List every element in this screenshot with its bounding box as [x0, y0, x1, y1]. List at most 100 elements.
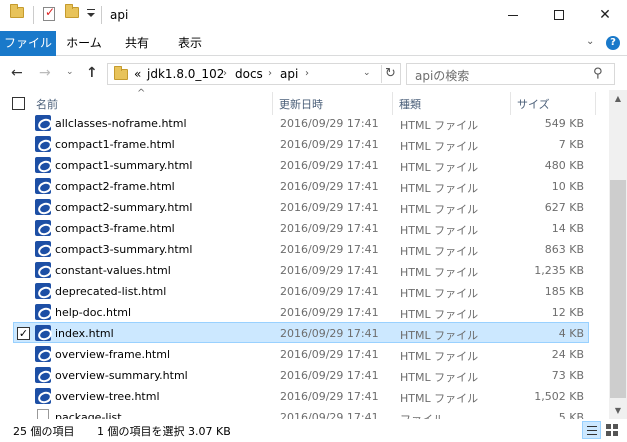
- properties-icon[interactable]: ✓: [43, 5, 55, 21]
- file-row[interactable]: compact1-summary.html 2016/09/29 17:41 HTM…: [13, 154, 589, 175]
- file-size: 1,502 KB: [534, 390, 584, 403]
- quick-access-dropdown-icon[interactable]: [86, 9, 96, 21]
- file-name: index.html: [55, 327, 114, 340]
- file-type: HTML ファイル: [400, 371, 479, 384]
- file-name: allclasses-noframe.html: [55, 117, 187, 130]
- scroll-up-icon[interactable]: ▲: [609, 90, 627, 107]
- file-date: 2016/09/29 17:41: [280, 264, 379, 277]
- window-title: api: [110, 8, 129, 22]
- close-button[interactable]: ✕: [582, 0, 627, 30]
- file-name: help-doc.html: [55, 306, 132, 319]
- file-row[interactable]: compact3-frame.html 2016/09/29 17:41 HTML …: [13, 217, 589, 238]
- column-date[interactable]: 更新日時: [279, 96, 323, 112]
- file-row[interactable]: ✓ index.html 2016/09/29 17:41 HTML ファイル 4 KB: [13, 322, 589, 343]
- file-name: package-list: [55, 411, 122, 419]
- file-row[interactable]: deprecated-list.html 2016/09/29 17:41 HTML…: [13, 280, 589, 301]
- file-name: constant-values.html: [55, 264, 171, 277]
- breadcrumb-overflow[interactable]: «: [134, 67, 141, 81]
- file-name: overview-frame.html: [55, 348, 171, 361]
- file-date: 2016/09/29 17:41: [280, 390, 379, 403]
- file-name: deprecated-list.html: [55, 285, 167, 298]
- file-size: 10 KB: [551, 180, 584, 193]
- address-dropdown-icon[interactable]: ⌄: [363, 68, 371, 78]
- file-row[interactable]: compact1-frame.html 2016/09/29 17:41 HTML …: [13, 133, 589, 154]
- html-file-icon: [35, 325, 51, 341]
- file-row[interactable]: allclasses-noframe.html 2016/09/29 17:41 H…: [13, 112, 589, 133]
- back-icon[interactable]: ←: [11, 65, 23, 81]
- file-row[interactable]: constant-values.html 2016/09/29 17:41 HTML…: [13, 259, 589, 280]
- row-checkbox[interactable]: ✓: [17, 327, 30, 340]
- recent-locations-icon[interactable]: ⌄: [66, 67, 74, 77]
- breadcrumb-chevron-icon[interactable]: ›: [268, 68, 272, 79]
- scroll-thumb[interactable]: [610, 180, 626, 398]
- breadcrumb-chevron-icon[interactable]: ›: [223, 68, 227, 79]
- details-view-button[interactable]: [582, 421, 601, 439]
- select-all-checkbox[interactable]: [12, 97, 25, 110]
- file-date: 2016/09/29 17:41: [280, 138, 379, 151]
- file-name: compact2-frame.html: [55, 180, 175, 193]
- file-size: 12 KB: [551, 306, 584, 319]
- breadcrumb-api[interactable]: api: [280, 67, 298, 81]
- up-icon[interactable]: ↑: [86, 65, 98, 81]
- minimize-button[interactable]: [490, 0, 536, 30]
- file-size: 549 KB: [544, 117, 584, 130]
- file-size: 863 KB: [544, 243, 584, 256]
- folder-icon: [114, 66, 128, 80]
- file-row[interactable]: package-list 2016/09/29 17:41 ファイル 5 KB: [13, 406, 589, 419]
- file-date: 2016/09/29 17:41: [280, 222, 379, 235]
- column-name[interactable]: 名前: [36, 96, 58, 112]
- tab-share[interactable]: 共有: [112, 31, 162, 56]
- tab-home[interactable]: ホーム: [56, 31, 112, 56]
- search-icon[interactable]: ⚲: [593, 66, 603, 81]
- file-size: 24 KB: [551, 348, 584, 361]
- file-row[interactable]: overview-summary.html 2016/09/29 17:41 HTM…: [13, 364, 589, 385]
- html-file-icon: [35, 199, 51, 215]
- file-size: 73 KB: [551, 369, 584, 382]
- file-row[interactable]: overview-tree.html 2016/09/29 17:41 HTML フ…: [13, 385, 589, 406]
- file-type: HTML ファイル: [400, 350, 479, 363]
- file-row[interactable]: overview-frame.html 2016/09/29 17:41 HTML …: [13, 343, 589, 364]
- status-bar: 25 個の項目 1 個の項目を選択 3.07 KB: [0, 419, 627, 442]
- file-date: 2016/09/29 17:41: [280, 306, 379, 319]
- address-bar[interactable]: « jdk1.8.0_102 › docs › api › ⌄ ↻: [107, 63, 401, 85]
- expand-ribbon-icon[interactable]: ⌄: [586, 36, 594, 47]
- navigation-bar: ← → ⌄ ↑ « jdk1.8.0_102 › docs › api › ⌄ …: [0, 57, 627, 90]
- file-row[interactable]: compact2-frame.html 2016/09/29 17:41 HTML …: [13, 175, 589, 196]
- html-file-icon: [35, 157, 51, 173]
- column-type[interactable]: 種類: [399, 96, 421, 112]
- large-icons-view-button[interactable]: [602, 421, 621, 439]
- sort-ascending-icon: ^: [137, 88, 146, 99]
- title-separator: [33, 6, 34, 24]
- html-file-icon: [35, 115, 51, 131]
- search-input[interactable]: apiの検索 ⚲: [406, 63, 615, 85]
- new-folder-icon[interactable]: [65, 4, 79, 18]
- file-type: HTML ファイル: [400, 287, 479, 300]
- file-date: 2016/09/29 17:41: [280, 285, 379, 298]
- item-count: 25 個の項目: [13, 425, 75, 438]
- breadcrumb-chevron-icon[interactable]: ›: [305, 68, 309, 79]
- file-row[interactable]: compact3-summary.html 2016/09/29 17:41 HTM…: [13, 238, 589, 259]
- title-separator: [101, 6, 102, 24]
- help-icon[interactable]: ?: [606, 36, 620, 50]
- file-date: 2016/09/29 17:41: [280, 327, 379, 340]
- column-size[interactable]: サイズ: [517, 96, 550, 112]
- file-type: HTML ファイル: [400, 308, 479, 321]
- file-type: HTML ファイル: [400, 140, 479, 153]
- html-file-icon: [35, 388, 51, 404]
- file-name: compact1-summary.html: [55, 159, 193, 172]
- title-bar: ✓ api ✕: [0, 0, 627, 31]
- refresh-icon[interactable]: ↻: [381, 65, 399, 83]
- file-row[interactable]: compact2-summary.html 2016/09/29 17:41 HTM…: [13, 196, 589, 217]
- maximize-button[interactable]: [536, 0, 582, 30]
- vertical-scrollbar[interactable]: ▲ ▼: [609, 90, 627, 419]
- breadcrumb-docs[interactable]: docs: [235, 67, 263, 81]
- tab-file[interactable]: ファイル: [0, 31, 56, 56]
- breadcrumb-jdk[interactable]: jdk1.8.0_102: [147, 67, 224, 81]
- tab-view[interactable]: 表示: [162, 31, 218, 56]
- scroll-down-icon[interactable]: ▼: [609, 402, 627, 419]
- forward-icon[interactable]: →: [39, 65, 51, 81]
- folder-icon: [10, 4, 24, 18]
- file-size: 4 KB: [558, 327, 584, 340]
- file-type: HTML ファイル: [400, 161, 479, 174]
- file-row[interactable]: help-doc.html 2016/09/29 17:41 HTML ファイル 12…: [13, 301, 589, 322]
